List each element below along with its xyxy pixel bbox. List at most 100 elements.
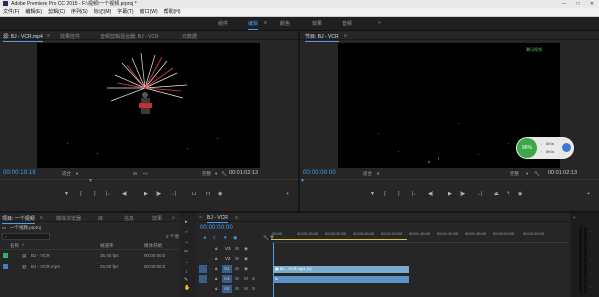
slide-tool-icon[interactable]: ↕ — [185, 269, 188, 275]
sync-lock-icon[interactable]: ⊟ — [235, 286, 239, 292]
solo-button[interactable]: S — [252, 286, 255, 291]
program-in-point-button[interactable]: { — [384, 191, 386, 197]
meters-close-icon[interactable]: × — [573, 215, 576, 220]
source-quality-select[interactable]: 完整 — [202, 171, 211, 177]
program-marker-button[interactable]: ▼ — [370, 191, 375, 197]
program-export-frame-button[interactable]: ◉ — [518, 191, 522, 197]
source-patch-a1[interactable] — [199, 275, 207, 283]
source-add-button[interactable]: + — [286, 191, 289, 197]
menu-help[interactable]: 帮助(H) — [161, 8, 184, 17]
source-video-viewer[interactable] — [37, 43, 260, 168]
program-wrench-icon[interactable]: 🔧︎ — [534, 171, 540, 177]
razor-tool-icon[interactable]: ✂ — [184, 249, 188, 255]
source-play-button[interactable]: ▶ — [144, 191, 148, 197]
column-name[interactable]: 名称 — [10, 243, 19, 249]
timeline-tab-menu-icon[interactable]: ≡ — [235, 215, 238, 221]
menu-sequence[interactable]: 序列(S) — [68, 8, 91, 17]
source-patch-v1[interactable] — [199, 265, 207, 273]
sync-lock-icon[interactable]: ⊟ — [235, 256, 239, 262]
program-tab-menu-icon[interactable]: ≡ — [344, 33, 347, 39]
eye-icon[interactable]: ◉ — [244, 246, 248, 252]
timeline-playhead-icon[interactable]: ▼ — [269, 235, 275, 241]
tab-program[interactable]: 节目: BJ - VCR — [305, 33, 339, 42]
source-fit-select[interactable]: 适合 — [62, 171, 71, 177]
workspace-tab-assembly[interactable]: 组件 — [218, 20, 228, 27]
selection-tool-icon[interactable]: ▸ — [185, 219, 188, 225]
lock-icon[interactable]: 🔒︎ — [215, 246, 217, 251]
source-marker-button[interactable]: ▼ — [64, 191, 69, 197]
program-step-forward-button[interactable]: |▶ — [460, 191, 465, 197]
source-export-frame-button[interactable]: ◉ — [218, 191, 222, 197]
tab-source[interactable]: 源: BJ - VCR.mp4 — [3, 33, 43, 42]
sync-lock-icon[interactable]: ⊟ — [235, 276, 239, 282]
program-playhead-icon[interactable]: ▼ — [300, 178, 305, 184]
mute-button[interactable]: M — [244, 276, 248, 281]
program-timecode[interactable]: 00:00:00:00 — [303, 170, 336, 176]
work-area-bar[interactable] — [271, 239, 407, 240]
program-step-back-button[interactable]: ◀| — [428, 191, 433, 197]
tab-sequence[interactable]: BJ - VCR — [207, 215, 228, 223]
lock-icon[interactable]: 🔒︎ — [215, 276, 217, 281]
tab-metadata[interactable]: 元数据 — [182, 33, 197, 40]
source-out-point-button[interactable]: } — [94, 191, 96, 197]
add-marker-icon[interactable]: ▼ — [223, 235, 227, 240]
linked-selection-icon[interactable]: ℂ — [213, 235, 216, 241]
source-goto-in-button[interactable]: |← — [106, 191, 112, 197]
project-more-button[interactable]: » — [172, 215, 175, 221]
workspace-tab-audio[interactable]: 音频 — [342, 20, 352, 27]
source-settings-icon[interactable]: ⊟ — [133, 171, 137, 177]
source-fit-dropdown-icon[interactable]: ▾ — [76, 171, 78, 177]
eye-icon[interactable]: ◉ — [244, 266, 248, 272]
maximize-button[interactable]: □ — [571, 0, 585, 8]
source-wrench-icon[interactable]: 🔧︎ — [221, 171, 227, 177]
tab-effect-controls[interactable]: 效果控件 — [60, 33, 80, 40]
track-label[interactable]: A2 — [224, 286, 230, 291]
pen-tool-icon[interactable]: ✎ — [184, 277, 188, 283]
lock-icon[interactable]: 🔒︎ — [215, 286, 217, 291]
timeline-timecode[interactable]: 00:00:00:00 — [200, 225, 233, 231]
sync-lock-icon[interactable]: ⊟ — [235, 246, 239, 252]
source-clip-menu-icon[interactable]: «» — [143, 171, 148, 176]
column-media-start[interactable]: 媒体开始 — [144, 243, 162, 249]
program-play-button[interactable]: ▶ — [448, 191, 452, 197]
program-goto-out-button[interactable]: →| — [476, 191, 482, 197]
menu-window[interactable]: 窗口(W) — [137, 8, 161, 17]
tab-effects[interactable]: 效果 — [152, 215, 162, 222]
program-fit-select[interactable]: 适合 — [363, 171, 372, 177]
source-insert-button[interactable]: ⊔ — [192, 191, 196, 197]
menu-title[interactable]: 字幕(T) — [114, 8, 136, 17]
video-clip[interactable]: ▣ BJ - VCR.mp4 [V] — [273, 266, 409, 273]
workspace-more-button[interactable]: » — [378, 20, 381, 26]
ripple-edit-tool-icon[interactable]: ↔ — [184, 239, 189, 245]
program-add-button[interactable]: + — [587, 191, 590, 197]
program-extract-button[interactable]: ⇡ — [506, 191, 510, 197]
eye-icon[interactable]: ◉ — [244, 256, 248, 262]
program-time-ruler[interactable]: ▼ — [300, 178, 599, 187]
project-item-row[interactable]: ▥ BJ - VCR.mp4 25.00 fps 00:00:00:0 — [0, 263, 180, 272]
tab-audio-clip-mixer[interactable]: 音频剪辑混合器: BJ - VCR — [100, 33, 159, 40]
track-label[interactable]: V1 — [224, 266, 230, 271]
source-time-ruler[interactable]: ▼ — [0, 178, 298, 187]
tab-media-browser[interactable]: 媒体浏览器 — [56, 215, 81, 222]
menu-marker[interactable]: 标记(M) — [91, 8, 115, 17]
timeline-close-icon[interactable]: × — [199, 215, 202, 221]
mute-button[interactable]: M — [244, 286, 248, 291]
tab-libraries[interactable]: 库 — [98, 215, 103, 222]
sync-lock-icon[interactable]: ⊟ — [235, 266, 239, 272]
source-in-point-button[interactable]: { — [80, 191, 82, 197]
program-quality-select[interactable]: 完整 — [510, 171, 519, 177]
hand-tool-icon[interactable]: ✋ — [184, 285, 190, 291]
minimize-button[interactable]: ─ — [557, 0, 571, 8]
audio-clip[interactable]: fx — [273, 276, 409, 283]
track-select-tool-icon[interactable]: ⇔ — [184, 229, 189, 235]
lock-icon[interactable]: 🔒︎ — [215, 256, 217, 261]
program-lift-button[interactable]: ⏏ — [494, 191, 499, 197]
project-item-row[interactable]: ▤ BJ - VCR 25.00 fps 00:00:00:0 — [0, 252, 180, 261]
timeline-ruler[interactable]: :00:00 00:00:15:00 00:00:30:00 00:00:45:… — [269, 227, 569, 243]
timeline-wrench-icon[interactable]: 🔧︎ — [263, 235, 269, 241]
solo-button[interactable]: S — [252, 276, 255, 281]
timeline-settings-icon[interactable]: ▣ — [233, 235, 237, 241]
lock-icon[interactable]: 🔒︎ — [215, 266, 217, 271]
source-step-forward-button[interactable]: |▶ — [156, 191, 161, 197]
source-playhead-icon[interactable]: ▼ — [88, 178, 93, 184]
